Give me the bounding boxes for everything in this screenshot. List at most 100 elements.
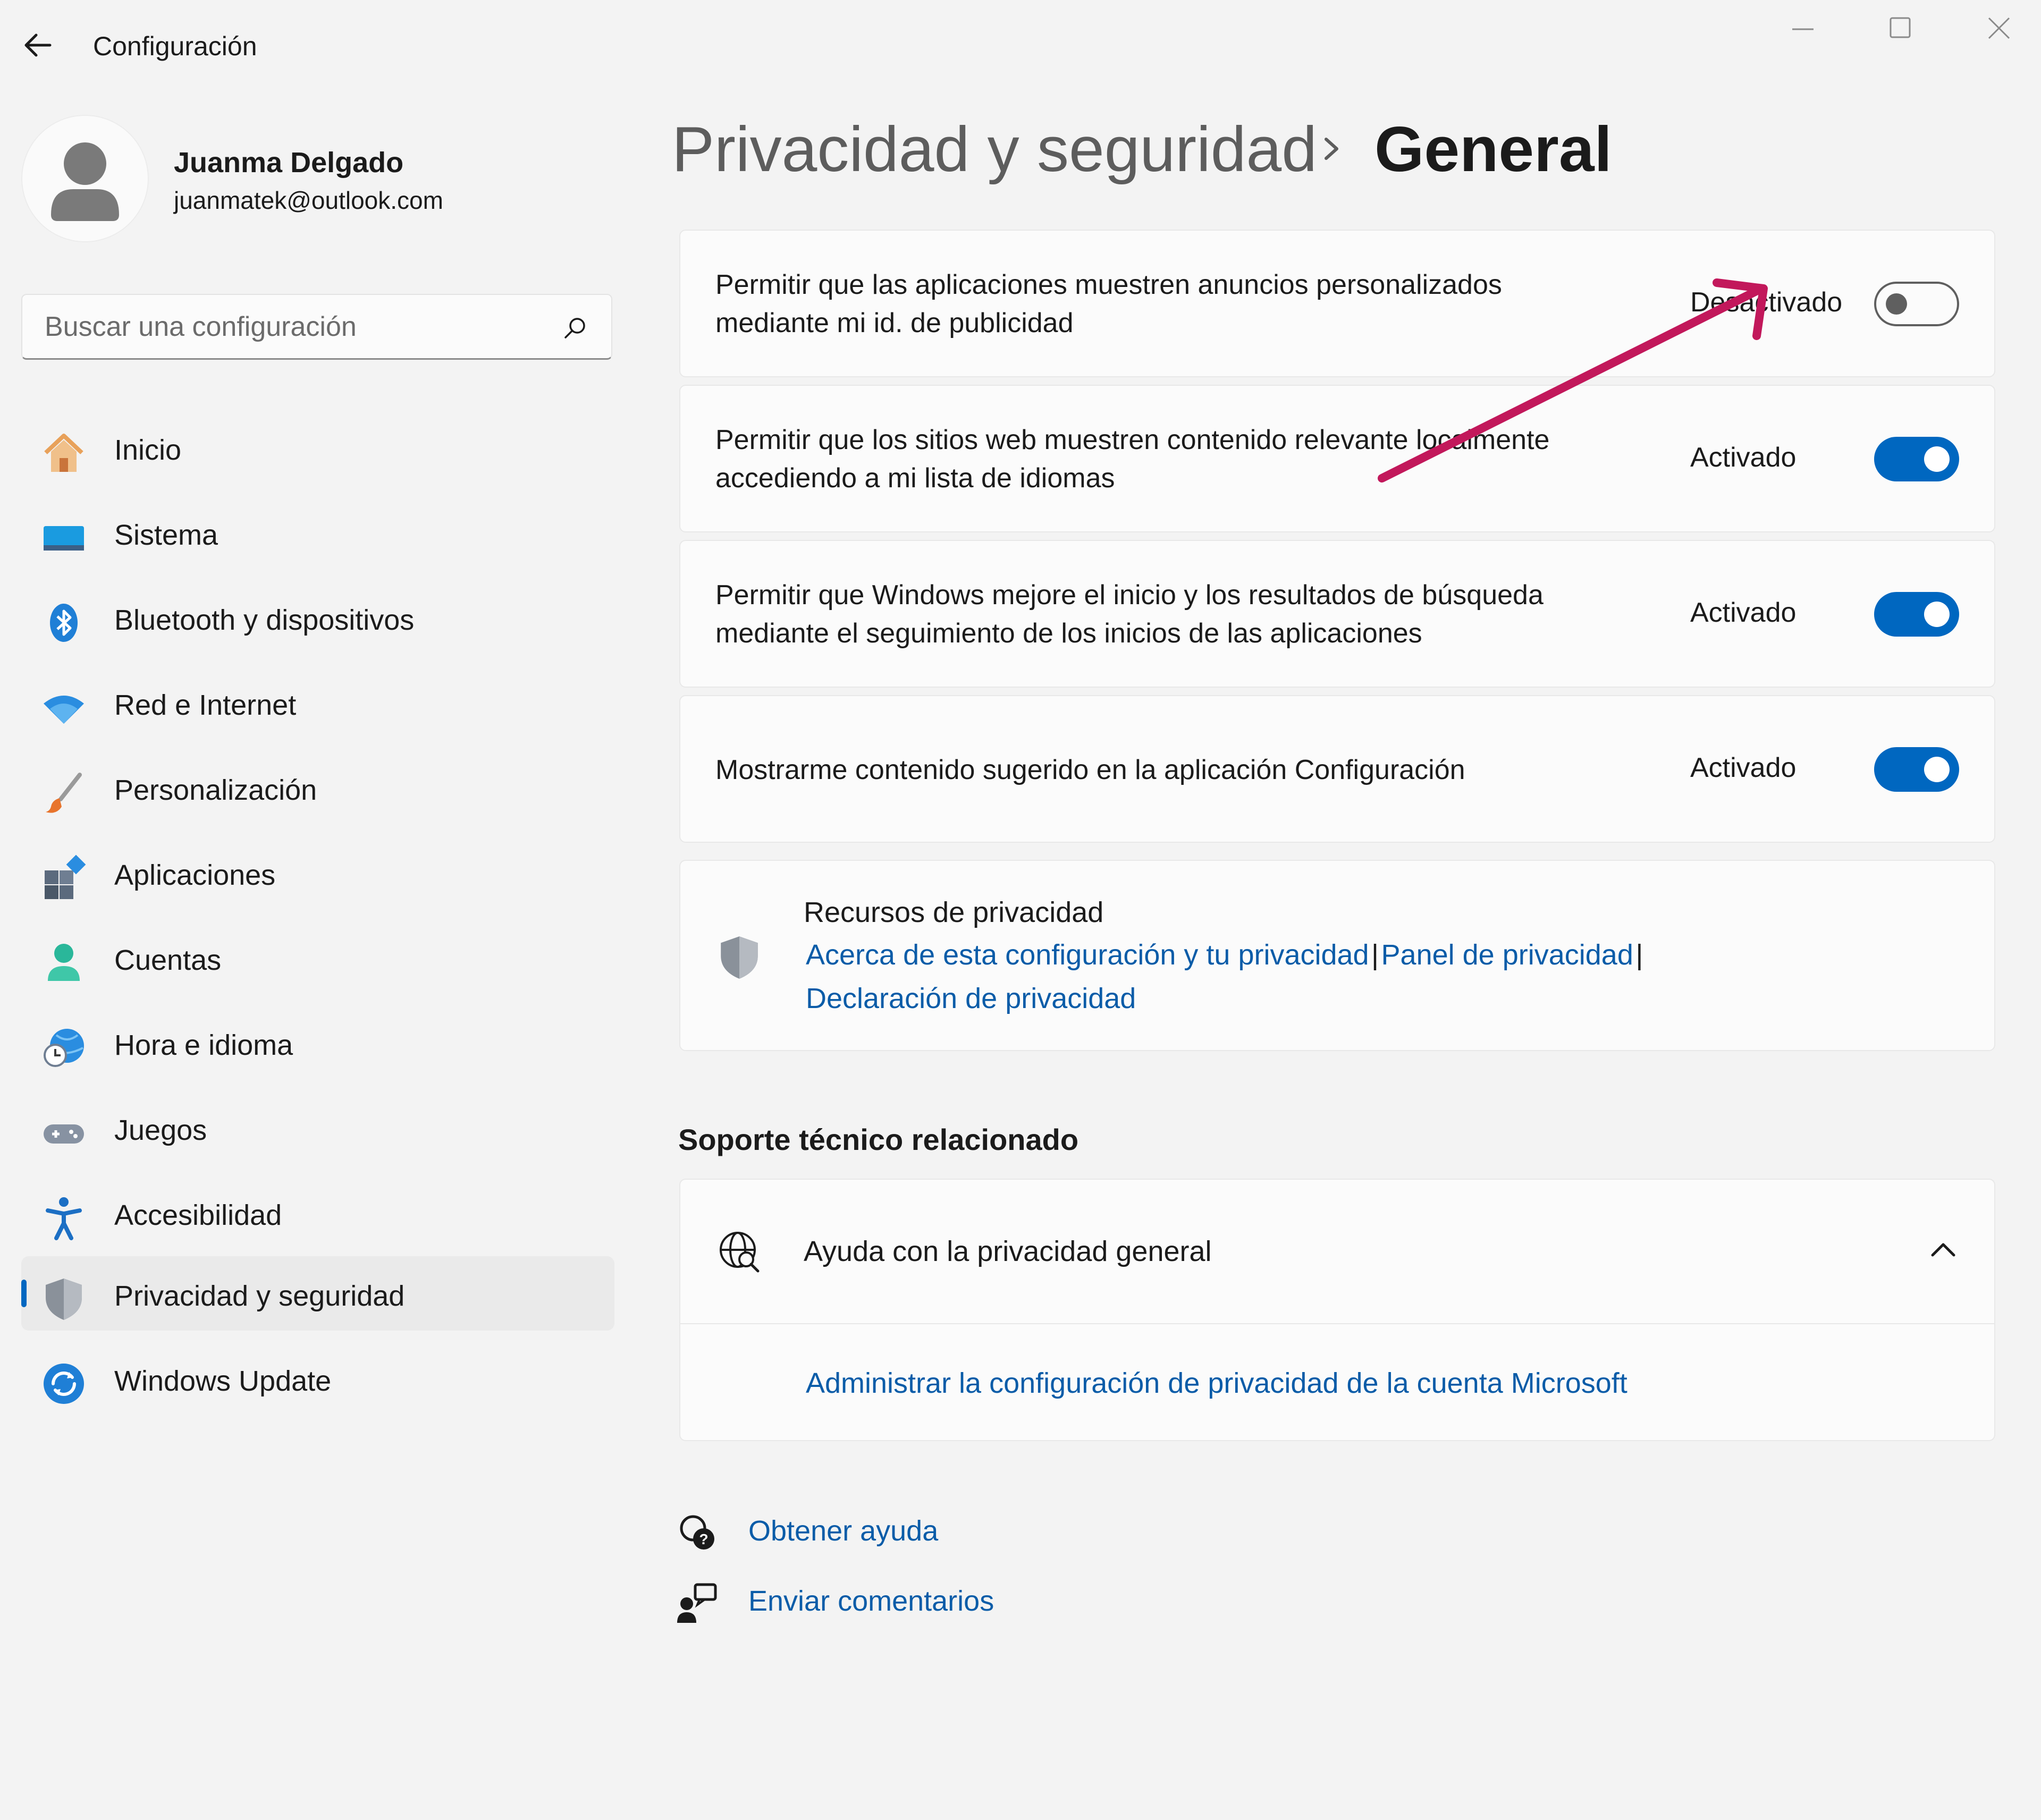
gamepad-icon bbox=[44, 1124, 84, 1144]
sidebar-item-label: Personalización bbox=[114, 774, 317, 806]
setting-description: Permitir que los sitios web muestren con… bbox=[715, 421, 1619, 497]
sidebar-item-label: Hora e idioma bbox=[114, 1029, 293, 1061]
setting-line: Permitir que los sitios web muestren con… bbox=[715, 425, 1550, 455]
update-icon bbox=[44, 1364, 84, 1404]
close-icon bbox=[1988, 17, 2010, 39]
brush-icon bbox=[46, 773, 82, 813]
sidebar-item-privacidad[interactable]: Privacidad y seguridad bbox=[21, 1256, 614, 1331]
globe-search-icon bbox=[720, 1232, 760, 1273]
sidebar-item-personalizacion[interactable]: Personalización bbox=[21, 750, 614, 825]
expander-header[interactable]: Ayuda con la privacidad general bbox=[680, 1180, 1994, 1323]
sidebar-item-hora[interactable]: Hora e idioma bbox=[21, 1005, 614, 1080]
send-feedback-link[interactable]: Enviar comentarios bbox=[748, 1585, 994, 1618]
person-placeholder-icon bbox=[51, 142, 119, 221]
toggle-knob bbox=[1924, 446, 1950, 472]
link-separator: | bbox=[1371, 939, 1379, 971]
toggle-state-label: Activado bbox=[1690, 752, 1797, 783]
accessibility-icon bbox=[46, 1197, 82, 1240]
get-help-row[interactable]: ? Obtener ayuda bbox=[677, 1512, 1315, 1560]
setting-line: Permitir que Windows mejore el inicio y … bbox=[715, 580, 1544, 611]
setting-line: Permitir que las aplicaciones muestren a… bbox=[715, 269, 1502, 300]
toggle-state-label: Desactivado bbox=[1690, 287, 1843, 318]
back-arrow-icon bbox=[24, 33, 52, 57]
maximize-button[interactable] bbox=[1874, 11, 1927, 48]
sidebar-item-sistema[interactable]: Sistema bbox=[21, 495, 614, 570]
sidebar-item-label: Inicio bbox=[114, 434, 182, 466]
avatar[interactable] bbox=[21, 115, 149, 242]
home-icon bbox=[44, 434, 83, 472]
suggested-content-toggle[interactable] bbox=[1874, 747, 1959, 792]
sidebar-item-windows-update[interactable]: Windows Update bbox=[21, 1341, 614, 1416]
bluetooth-icon bbox=[50, 604, 78, 642]
sidebar-item-label: Sistema bbox=[114, 519, 218, 551]
sidebar-item-label: Windows Update bbox=[114, 1365, 332, 1397]
sidebar-item-label: Bluetooth y dispositivos bbox=[114, 604, 415, 636]
resources-links-row: Acerca de esta configuración y tu privac… bbox=[806, 938, 1643, 971]
about-privacy-link[interactable]: Acerca de esta configuración y tu privac… bbox=[806, 939, 1369, 971]
toggle-state-label: Activado bbox=[1690, 442, 1797, 473]
setting-description: Mostrarme contenido sugerido en la aplic… bbox=[715, 755, 1465, 785]
sidebar-item-bluetooth[interactable]: Bluetooth y dispositivos bbox=[21, 580, 614, 655]
privacy-resources-card: Recursos de privacidad Acerca de esta co… bbox=[679, 860, 1995, 1051]
link-separator: | bbox=[1635, 939, 1643, 971]
toggle-knob bbox=[1886, 293, 1907, 315]
app-launch-tracking-toggle[interactable] bbox=[1874, 592, 1959, 637]
setting-line: accediendo a mi lista de idiomas bbox=[715, 463, 1115, 494]
maximize-icon bbox=[1890, 17, 1911, 38]
search-input[interactable] bbox=[45, 311, 523, 343]
person-icon bbox=[48, 944, 80, 981]
sidebar-item-label: Red e Internet bbox=[114, 689, 297, 721]
resources-title: Recursos de privacidad bbox=[804, 896, 1104, 928]
sidebar-item-label: Accesibilidad bbox=[114, 1199, 282, 1231]
setting-card-language-list: Permitir que los sitios web muestren con… bbox=[679, 385, 1995, 532]
setting-card-app-launch-tracking: Permitir que Windows mejore el inicio y … bbox=[679, 540, 1995, 688]
manage-account-privacy-link[interactable]: Administrar la configuración de privacid… bbox=[806, 1367, 1627, 1400]
help-chat-icon: ? bbox=[680, 1515, 714, 1550]
shield-icon bbox=[721, 936, 758, 979]
search-icon[interactable] bbox=[562, 315, 588, 341]
setting-description: Permitir que Windows mejore el inicio y … bbox=[715, 576, 1619, 653]
toggle-knob bbox=[1924, 602, 1950, 627]
feedback-row[interactable]: Enviar comentarios bbox=[677, 1582, 1315, 1630]
back-button[interactable] bbox=[19, 27, 56, 64]
language-list-toggle[interactable] bbox=[1874, 437, 1959, 481]
feedback-icon bbox=[677, 1583, 717, 1623]
support-expander: Ayuda con la privacidad general Administ… bbox=[679, 1179, 1995, 1441]
resources-links-row: Declaración de privacidad bbox=[806, 982, 1136, 1015]
ad-id-toggle[interactable] bbox=[1874, 282, 1959, 326]
shield-icon bbox=[46, 1279, 82, 1320]
app-title: Configuración bbox=[93, 31, 257, 61]
globe-clock-icon bbox=[44, 1029, 84, 1067]
sidebar-item-red[interactable]: Red e Internet bbox=[21, 665, 614, 740]
expander-divider bbox=[680, 1323, 1994, 1324]
chevron-right-icon bbox=[1325, 138, 1338, 160]
apps-icon bbox=[45, 854, 86, 899]
chevron-up-icon[interactable] bbox=[1927, 1239, 1959, 1260]
minimize-icon bbox=[1792, 28, 1814, 30]
get-help-link[interactable]: Obtener ayuda bbox=[748, 1514, 938, 1547]
setting-card-ad-id: Permitir que las aplicaciones muestren a… bbox=[679, 230, 1995, 377]
privacy-statement-link[interactable]: Declaración de privacidad bbox=[806, 983, 1136, 1014]
setting-card-suggested-content: Mostrarme contenido sugerido en la aplic… bbox=[679, 695, 1995, 843]
sidebar-item-inicio[interactable]: Inicio bbox=[21, 410, 614, 485]
monitor-icon bbox=[44, 526, 84, 551]
sidebar-item-label: Privacidad y seguridad bbox=[114, 1280, 405, 1312]
privacy-dashboard-link[interactable]: Panel de privacidad bbox=[1381, 939, 1633, 971]
close-button[interactable] bbox=[1972, 11, 2025, 48]
breadcrumb-parent[interactable]: Privacidad y seguridad bbox=[672, 113, 1317, 186]
search-box[interactable] bbox=[21, 294, 612, 360]
svg-text:?: ? bbox=[699, 1531, 708, 1547]
sidebar-item-label: Juegos bbox=[114, 1114, 207, 1146]
wifi-icon bbox=[44, 696, 84, 724]
sidebar-item-accesibilidad[interactable]: Accesibilidad bbox=[21, 1175, 614, 1250]
user-name: Juanma Delgado bbox=[174, 147, 404, 179]
minimize-button[interactable] bbox=[1776, 11, 1829, 48]
setting-line: mediante el seguimiento de los inicios d… bbox=[715, 618, 1422, 649]
setting-line: mediante mi id. de publicidad bbox=[715, 308, 1074, 338]
sidebar-item-juegos[interactable]: Juegos bbox=[21, 1090, 614, 1165]
sidebar-item-label: Aplicaciones bbox=[114, 859, 276, 891]
user-email: juanmatek@outlook.com bbox=[174, 187, 443, 214]
sidebar-item-cuentas[interactable]: Cuentas bbox=[21, 920, 614, 995]
page-title: General bbox=[1374, 114, 1612, 185]
sidebar-item-aplicaciones[interactable]: Aplicaciones bbox=[21, 835, 614, 910]
